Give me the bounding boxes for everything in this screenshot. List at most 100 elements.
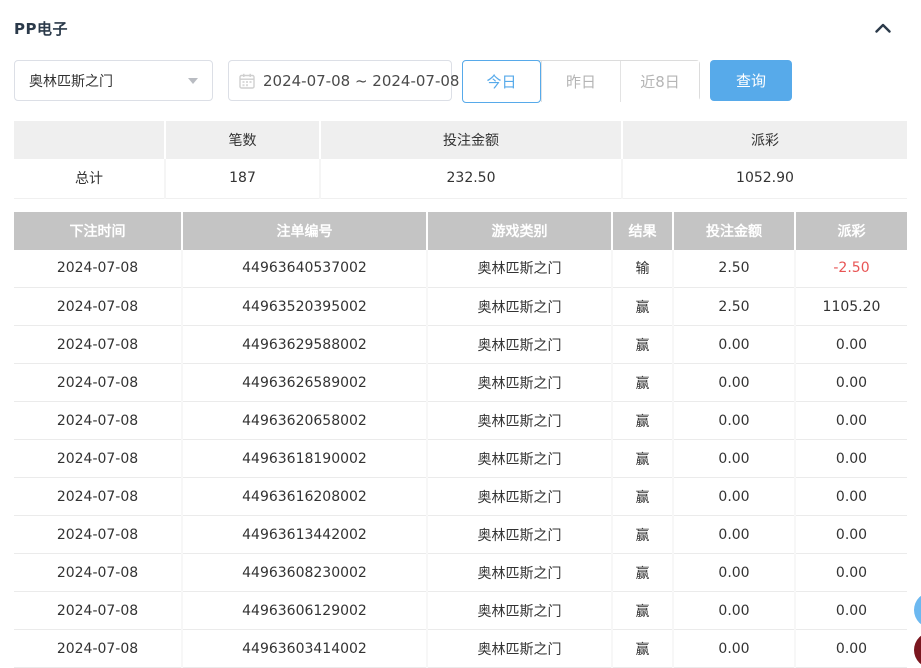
- summary-table: 笔数投注金额派彩 总计187232.501052.90: [14, 121, 907, 199]
- table-cell: 赢: [612, 326, 673, 364]
- table-cell: 44963606129002: [182, 592, 427, 630]
- table-cell: 赢: [612, 364, 673, 402]
- table-cell: 44963613442002: [182, 516, 427, 554]
- table-cell: 0.00: [673, 592, 795, 630]
- table-row: 2024-07-0844963629588002奥林匹斯之门赢0.000.00: [14, 326, 907, 364]
- table-cell: 赢: [612, 402, 673, 440]
- table-row: 2024-07-0844963603414002奥林匹斯之门赢0.000.00: [14, 630, 907, 668]
- table-row: 2024-07-0844963608230002奥林匹斯之门赢0.000.00: [14, 554, 907, 592]
- table-cell: 2024-07-08: [14, 516, 182, 554]
- table-cell: 44963626589002: [182, 364, 427, 402]
- chevron-up-icon[interactable]: [873, 18, 893, 38]
- quick-date-group: 今日 昨日 近8日: [462, 60, 700, 101]
- table-cell: 0.00: [673, 326, 795, 364]
- table-cell: 奥林匹斯之门: [427, 326, 612, 364]
- yesterday-button[interactable]: 昨日: [541, 61, 620, 102]
- table-cell: 2.50: [673, 250, 795, 288]
- table-cell: -2.50: [795, 250, 907, 288]
- table-cell: 奥林匹斯之门: [427, 516, 612, 554]
- game-select[interactable]: 奥林匹斯之门: [14, 60, 213, 101]
- table-cell: 赢: [612, 592, 673, 630]
- table-cell: 奥林匹斯之门: [427, 440, 612, 478]
- summary-header-row: 笔数投注金额派彩: [14, 121, 907, 159]
- column-header: 投注金额: [320, 121, 622, 159]
- table-cell: 2024-07-08: [14, 288, 182, 326]
- table-cell: 输: [612, 250, 673, 288]
- table-cell: 0.00: [673, 478, 795, 516]
- table-cell: 奥林匹斯之门: [427, 250, 612, 288]
- table-cell: 奥林匹斯之门: [427, 630, 612, 668]
- column-header: 投注金额: [673, 212, 795, 250]
- table-row: 总计187232.501052.90: [14, 159, 907, 198]
- table-cell: 44963608230002: [182, 554, 427, 592]
- table-cell: 0.00: [795, 554, 907, 592]
- table-cell: 187: [165, 159, 320, 198]
- today-button[interactable]: 今日: [462, 60, 541, 103]
- table-row: 2024-07-0844963606129002奥林匹斯之门赢0.000.00: [14, 592, 907, 630]
- table-cell: 2024-07-08: [14, 326, 182, 364]
- table-cell: 2024-07-08: [14, 592, 182, 630]
- last-8-days-button[interactable]: 近8日: [620, 61, 699, 102]
- table-row: 2024-07-0844963520395002奥林匹斯之门赢2.501105.…: [14, 288, 907, 326]
- table-cell: 2024-07-08: [14, 554, 182, 592]
- column-header: 注单编号: [182, 212, 427, 250]
- query-button[interactable]: 查询: [710, 60, 792, 101]
- table-cell: 总计: [14, 159, 165, 198]
- table-cell: 2.50: [673, 288, 795, 326]
- table-cell: 赢: [612, 630, 673, 668]
- table-cell: 赢: [612, 554, 673, 592]
- table-cell: 赢: [612, 288, 673, 326]
- table-row: 2024-07-0844963626589002奥林匹斯之门赢0.000.00: [14, 364, 907, 402]
- pp-electronic-panel: PP电子 奥林匹斯之门: [0, 0, 921, 668]
- panel-header: PP电子: [14, 18, 907, 38]
- column-header: 游戏类别: [427, 212, 612, 250]
- table-cell: 0.00: [795, 364, 907, 402]
- table-cell: 232.50: [320, 159, 622, 198]
- table-cell: 0.00: [795, 402, 907, 440]
- table-cell: 0.00: [795, 516, 907, 554]
- table-cell: 0.00: [673, 440, 795, 478]
- table-cell: 0.00: [795, 326, 907, 364]
- table-cell: 44963616208002: [182, 478, 427, 516]
- table-cell: 2024-07-08: [14, 630, 182, 668]
- table-cell: 0.00: [673, 630, 795, 668]
- table-row: 2024-07-0844963616208002奥林匹斯之门赢0.000.00: [14, 478, 907, 516]
- date-range-value: 2024-07-08 ~ 2024-07-08: [263, 72, 459, 90]
- game-select-value: 奥林匹斯之门: [29, 71, 113, 91]
- column-header: 下注时间: [14, 212, 182, 250]
- bet-table: 下注时间注单编号游戏类别结果投注金额派彩 2024-07-08449636405…: [14, 212, 907, 668]
- table-cell: 奥林匹斯之门: [427, 478, 612, 516]
- table-cell: 44963618190002: [182, 440, 427, 478]
- table-cell: 0.00: [795, 630, 907, 668]
- column-header: 结果: [612, 212, 673, 250]
- table-cell: 1105.20: [795, 288, 907, 326]
- table-cell: 44963520395002: [182, 288, 427, 326]
- table-cell: 奥林匹斯之门: [427, 592, 612, 630]
- table-cell: 赢: [612, 516, 673, 554]
- table-cell: 奥林匹斯之门: [427, 554, 612, 592]
- table-cell: 2024-07-08: [14, 364, 182, 402]
- chevron-down-icon: [188, 78, 198, 84]
- table-cell: 0.00: [795, 478, 907, 516]
- bet-header-row: 下注时间注单编号游戏类别结果投注金额派彩: [14, 212, 907, 250]
- table-cell: 44963620658002: [182, 402, 427, 440]
- table-cell: 赢: [612, 440, 673, 478]
- table-cell: 44963640537002: [182, 250, 427, 288]
- table-cell: 44963603414002: [182, 630, 427, 668]
- table-cell: 奥林匹斯之门: [427, 402, 612, 440]
- table-cell: 0.00: [795, 440, 907, 478]
- table-cell: 2024-07-08: [14, 402, 182, 440]
- table-cell: 2024-07-08: [14, 440, 182, 478]
- calendar-icon: [239, 73, 255, 89]
- date-range-picker[interactable]: 2024-07-08 ~ 2024-07-08: [228, 60, 452, 101]
- table-cell: 44963629588002: [182, 326, 427, 364]
- table-row: 2024-07-0844963640537002奥林匹斯之门输2.50-2.50: [14, 250, 907, 288]
- table-cell: 2024-07-08: [14, 478, 182, 516]
- table-cell: 2024-07-08: [14, 250, 182, 288]
- table-cell: 赢: [612, 478, 673, 516]
- table-row: 2024-07-0844963618190002奥林匹斯之门赢0.000.00: [14, 440, 907, 478]
- filter-bar: 奥林匹斯之门 2024-07-08 ~ 2024-07-08: [14, 60, 907, 101]
- table-cell: 0.00: [673, 364, 795, 402]
- column-header: 笔数: [165, 121, 320, 159]
- table-cell: 0.00: [673, 554, 795, 592]
